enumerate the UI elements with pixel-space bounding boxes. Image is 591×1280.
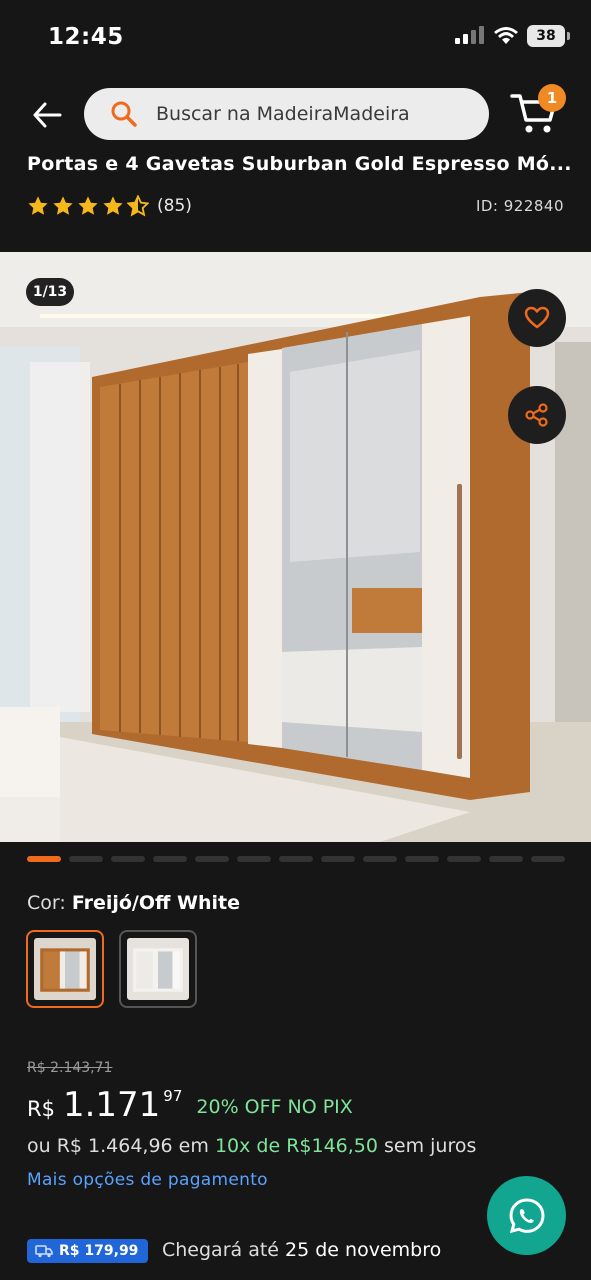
review-count: (85) <box>157 196 192 216</box>
gallery-dot[interactable] <box>27 856 61 862</box>
gallery-dot[interactable] <box>489 856 523 862</box>
product-image-gallery[interactable] <box>0 252 591 842</box>
swatch-thumbnail <box>127 938 189 1000</box>
price-integer: 1.171 <box>62 1085 161 1125</box>
back-button[interactable] <box>26 94 68 136</box>
star-half-icon <box>127 195 149 217</box>
gallery-dot[interactable] <box>111 856 145 862</box>
status-icons: 38 <box>455 25 570 47</box>
product-id: ID: 922840 <box>475 197 564 215</box>
price-cents: 97 <box>163 1087 183 1105</box>
search-placeholder: Buscar na MadeiraMadeira <box>156 103 410 125</box>
header: Buscar na MadeiraMadeira <box>0 80 591 150</box>
color-swatch-off-white[interactable] <box>119 930 197 1008</box>
gallery-dot[interactable] <box>321 856 355 862</box>
arrival-prefix: Chegará até <box>162 1239 279 1261</box>
more-payment-options-link[interactable]: Mais opções de pagamento <box>27 1170 268 1190</box>
truck-icon <box>35 1245 53 1258</box>
color-label: Cor: Freijó/Off White <box>27 892 240 914</box>
gallery-dot[interactable] <box>69 856 103 862</box>
status-time: 12:45 <box>48 24 124 50</box>
cart-count-badge: 1 <box>538 84 566 112</box>
share-icon <box>525 403 548 427</box>
heart-icon <box>524 306 550 329</box>
gallery-pagination <box>27 856 565 862</box>
search-icon <box>111 101 137 127</box>
gallery-dot[interactable] <box>153 856 187 862</box>
wifi-icon <box>494 27 518 44</box>
old-price: R$ 2.143,71 <box>27 1060 113 1076</box>
gallery-dot[interactable] <box>279 856 313 862</box>
price-currency: R$ <box>27 1097 55 1121</box>
gallery-dot[interactable] <box>363 856 397 862</box>
price: R$ 1.171 97 20% OFF NO PIX <box>27 1085 353 1125</box>
whatsapp-button[interactable] <box>487 1176 566 1255</box>
gallery-dot[interactable] <box>195 856 229 862</box>
wardrobe-image <box>0 252 591 842</box>
color-swatch-freijo-off-white[interactable] <box>26 930 104 1008</box>
star-icon <box>53 196 73 215</box>
star-icon <box>28 196 48 215</box>
rating[interactable]: (85) <box>27 195 192 217</box>
search-input[interactable]: Buscar na MadeiraMadeira <box>84 88 489 140</box>
product-title: Portas e 4 Gavetas Suburban Gold Espress… <box>27 153 572 175</box>
color-value: Freijó/Off White <box>71 892 240 914</box>
arrival-date: 25 de novembro <box>285 1239 442 1261</box>
installments: ou R$ 1.464,96 em 10x de R$146,50 sem ju… <box>27 1135 476 1157</box>
star-icon <box>78 196 98 215</box>
image-counter: 1/13 <box>26 278 74 306</box>
star-icon <box>103 196 123 215</box>
delivery-estimate: Chegará até 25 de novembro <box>162 1239 441 1261</box>
installments-prefix: ou R$ 1.464,96 em <box>27 1135 209 1157</box>
pix-discount: 20% OFF NO PIX <box>196 1096 353 1118</box>
arrow-left-icon <box>33 102 62 128</box>
gallery-dot[interactable] <box>405 856 439 862</box>
gallery-dot[interactable] <box>447 856 481 862</box>
gallery-dot[interactable] <box>237 856 271 862</box>
shipping-price: R$ 179,99 <box>59 1243 139 1259</box>
gallery-dot[interactable] <box>531 856 565 862</box>
swatch-thumbnail <box>34 938 96 1000</box>
color-label-prefix: Cor: <box>27 892 66 914</box>
installments-suffix: sem juros <box>384 1135 477 1157</box>
share-button[interactable] <box>508 386 566 444</box>
battery-icon: 38 <box>527 25 570 47</box>
signal-icon <box>455 26 484 44</box>
favorite-button[interactable] <box>508 289 566 347</box>
whatsapp-icon <box>508 1197 545 1233</box>
shipping-price-badge: R$ 179,99 <box>27 1239 149 1263</box>
rating-stars <box>27 195 149 217</box>
installments-highlight: 10x de R$146,50 <box>214 1135 378 1157</box>
status-bar: 12:45 38 <box>0 0 591 72</box>
